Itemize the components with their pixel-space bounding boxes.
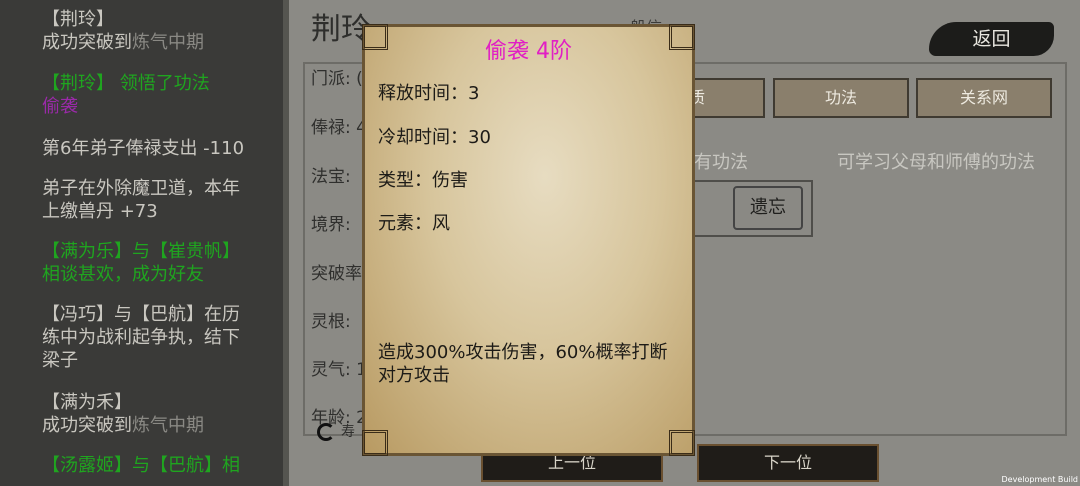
field-sect: 门派: ( xyxy=(311,69,363,89)
log-line: 第6年弟子俸禄支出 -110 xyxy=(42,137,274,160)
lifespan-icon xyxy=(317,423,335,441)
log-text: 相谈甚欢，成为好友 xyxy=(42,264,204,285)
field-realm: 境界: xyxy=(311,215,351,235)
log-entry: 第6年弟子俸禄支出 -110 xyxy=(42,137,274,160)
tab-relations[interactable]: 关系网 xyxy=(916,78,1052,118)
log-line: 成功突破到炼气中期 xyxy=(42,414,274,437)
log-text: 【冯巧】与【巴航】在历 xyxy=(42,304,240,325)
back-button[interactable]: 返回 xyxy=(929,22,1054,56)
tab-skills[interactable]: 功法 xyxy=(773,78,909,118)
log-text: 成功突破到 xyxy=(42,32,132,53)
log-line: 上缴兽丹 +73 xyxy=(42,200,274,223)
log-line: 偷袭 xyxy=(42,95,274,118)
log-text: 第6年弟子俸禄支出 -110 xyxy=(42,138,245,159)
log-line: 【荆玲】 xyxy=(42,8,274,31)
log-text: 上缴兽丹 +73 xyxy=(42,201,158,222)
log-entry: 弟子在外除魔卫道，本年 上缴兽丹 +73 xyxy=(42,177,274,223)
log-line: 成功突破到炼气中期 xyxy=(42,31,274,54)
log-line: 弟子在外除魔卫道，本年 xyxy=(42,177,274,200)
log-entry: 【冯巧】与【巴航】在历 练中为战利起争执，结下 梁子 xyxy=(42,303,274,372)
lifespan-label: 寿 xyxy=(341,424,355,440)
learnable-skills-hint: 可学习父母和师傅的功法 xyxy=(837,152,1035,173)
forget-button[interactable]: 遗忘 xyxy=(733,186,803,230)
log-entry: 【汤露姬】与【巴航】相 xyxy=(42,454,274,477)
dev-build-label: Development Build xyxy=(1001,475,1078,484)
skill-element: 元素：风 xyxy=(378,213,450,234)
log-entry: 【荆玲】 成功突破到炼气中期 xyxy=(42,8,274,54)
log-text: 梁子 xyxy=(42,350,78,371)
log-text: 【荆玲】 xyxy=(42,9,114,30)
field-breakthrough: 突破率 xyxy=(311,264,362,284)
log-line: 【荆玲】 领悟了功法 xyxy=(42,72,274,95)
owned-skills-label: 有功法 xyxy=(694,152,748,173)
field-spirit-energy: 灵气: 1 xyxy=(311,360,367,380)
next-button[interactable]: 下一位 xyxy=(697,444,879,482)
log-line: 梁子 xyxy=(42,349,274,372)
log-line: 【汤露姬】与【巴航】相 xyxy=(42,454,274,477)
log-text: 【荆玲】 领悟了功法 xyxy=(42,73,210,94)
log-text: 偷袭 xyxy=(42,96,78,117)
skill-description: 造成300%攻击伤害，60%概率打断对方攻击 xyxy=(378,342,668,386)
log-entry: 【满为禾】 成功突破到炼气中期 xyxy=(42,391,274,437)
field-salary: 俸禄: 4 xyxy=(311,118,367,138)
log-line: 【满为乐】与【崔贵帆】 xyxy=(42,240,274,263)
log-text: 【满为乐】与【崔贵帆】 xyxy=(42,241,240,262)
log-text: 【满为禾】 xyxy=(42,392,132,413)
release-time: 释放时间：3 xyxy=(378,83,480,104)
log-line: 【满为禾】 xyxy=(42,391,274,414)
skill-tooltip: 偷袭 4阶 释放时间：3 冷却时间：30 类型：伤害 元素：风 造成300%攻击… xyxy=(362,24,695,456)
log-text: 弟子在外除魔卫道，本年 xyxy=(42,178,240,199)
log-entry: 【满为乐】与【崔贵帆】 相谈甚欢，成为好友 xyxy=(42,240,274,286)
field-spirit-root: 灵根: xyxy=(311,312,351,332)
skill-title: 偷袭 4阶 xyxy=(485,39,572,64)
corner-ornament xyxy=(362,430,388,456)
cooldown-time: 冷却时间：30 xyxy=(378,127,491,148)
log-text: 练中为战利起争执，结下 xyxy=(42,327,240,348)
log-text: 【汤露姬】与【巴航】相 xyxy=(42,455,240,476)
log-text: 成功突破到 xyxy=(42,415,132,436)
skill-type: 类型：伤害 xyxy=(378,170,468,191)
log-entry: 【荆玲】 领悟了功法 偷袭 xyxy=(42,72,274,118)
log-text: 炼气中期 xyxy=(132,32,204,53)
log-line: 练中为战利起争执，结下 xyxy=(42,326,274,349)
log-line: 相谈甚欢，成为好友 xyxy=(42,263,274,286)
corner-ornament xyxy=(669,430,695,456)
log-line: 【冯巧】与【巴航】在历 xyxy=(42,303,274,326)
log-text: 炼气中期 xyxy=(132,415,204,436)
event-log-panel[interactable]: 【荆玲】 成功突破到炼气中期 【荆玲】 领悟了功法 偷袭 第6年弟子俸禄支出 -110 弟… xyxy=(0,0,283,486)
field-artifact: 法宝: xyxy=(311,167,351,187)
